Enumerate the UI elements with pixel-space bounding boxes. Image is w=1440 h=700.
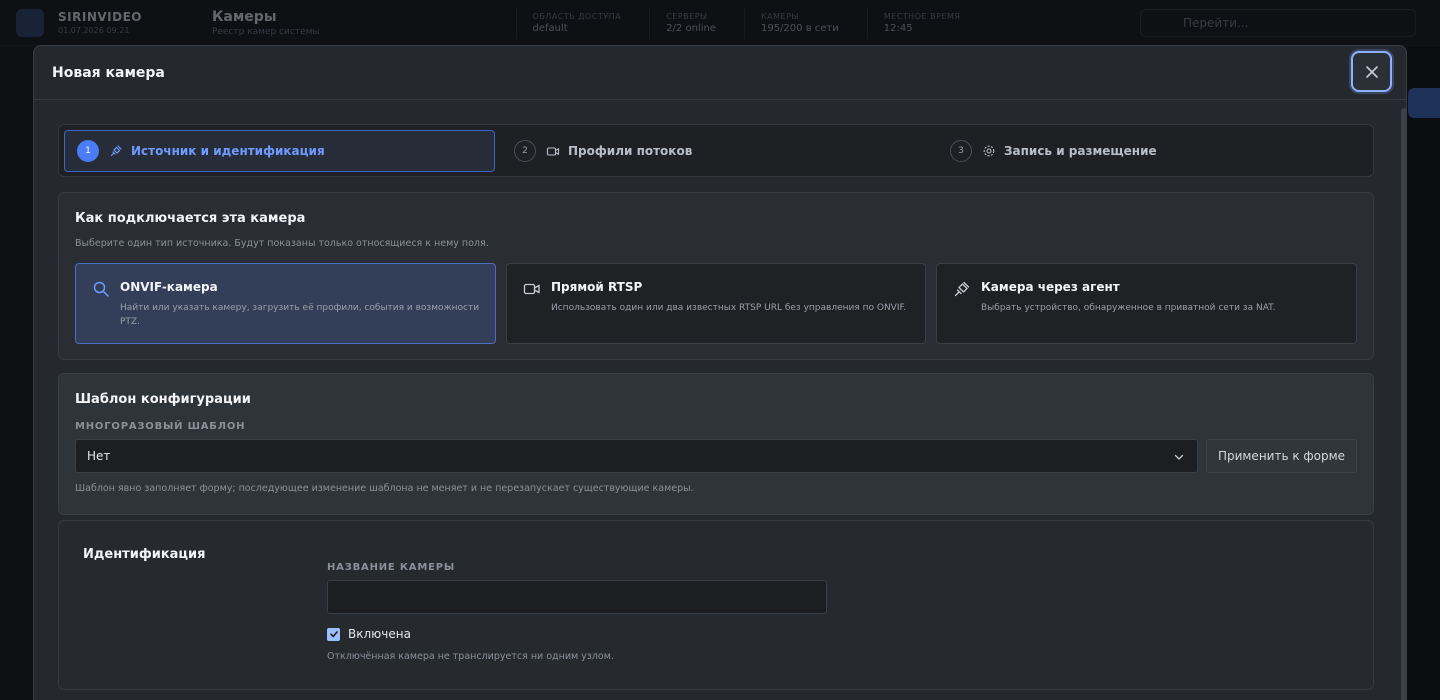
scrollbar[interactable] bbox=[1401, 108, 1406, 700]
step-label: Запись и размещение bbox=[1004, 144, 1157, 158]
option-description: Использовать один или два известных RTSP… bbox=[551, 303, 907, 313]
apply-template-button[interactable]: Применить к форме bbox=[1206, 439, 1357, 473]
dialog-title: Новая камера bbox=[52, 64, 165, 81]
option-title: ONVIF-камера bbox=[120, 280, 218, 294]
dialog-body: 1 Источник и идентификация 2 Профили пот… bbox=[58, 124, 1374, 690]
page-heading: Камеры Реестр камер системы bbox=[212, 9, 320, 37]
option-description: Найти или указать камеру, загрузить её п… bbox=[120, 303, 480, 327]
gear-icon bbox=[982, 144, 996, 158]
search-icon bbox=[92, 280, 110, 298]
chevron-down-icon bbox=[1173, 451, 1185, 463]
camera-name-input[interactable] bbox=[327, 580, 827, 614]
option-direct-rtsp[interactable]: Прямой RTSP Использовать один или два из… bbox=[506, 263, 926, 344]
stat-access: ОБЛАСТЬ ДОСТУПА default bbox=[515, 6, 622, 39]
close-button[interactable] bbox=[1351, 51, 1392, 92]
enabled-checkbox[interactable] bbox=[327, 627, 340, 641]
check-icon bbox=[329, 631, 338, 638]
option-agent-camera[interactable]: Камера через агент Выбрать устройство, о… bbox=[936, 263, 1357, 344]
template-hint: Шаблон явно заполняет форму; последующее… bbox=[75, 483, 694, 494]
plug-icon bbox=[953, 280, 971, 298]
section-subtitle: Выберите один тип источника. Будут показ… bbox=[75, 238, 489, 249]
app-header: SIRINVIDEO 01.07.2026 09:21 Камеры Реест… bbox=[0, 0, 1440, 46]
stat-label: ОБЛАСТЬ ДОСТУПА bbox=[532, 11, 622, 21]
search-input[interactable]: Перейти... bbox=[1140, 9, 1416, 37]
dialog-header: Новая камера bbox=[34, 46, 1406, 100]
stat-value: 195/200 в сети bbox=[760, 22, 839, 34]
stat-value: default bbox=[532, 22, 568, 34]
template-select[interactable]: Нет bbox=[75, 439, 1198, 473]
step-label: Источник и идентификация bbox=[131, 144, 325, 158]
close-icon bbox=[1365, 65, 1378, 78]
wizard-stepper: 1 Источник и идентификация 2 Профили пот… bbox=[58, 124, 1374, 177]
step-streams[interactable]: 2 Профили потоков bbox=[514, 130, 692, 172]
new-camera-dialog: Новая камера 1 Источник и идентификация … bbox=[33, 45, 1407, 700]
app-logo bbox=[16, 8, 44, 37]
identification-section: Идентификация НАЗВАНИЕ КАМЕРЫ Включена О… bbox=[58, 520, 1374, 690]
step-number: 1 bbox=[77, 140, 99, 162]
background-button[interactable] bbox=[1408, 88, 1440, 118]
option-description: Выбрать устройство, обнаруженное в прива… bbox=[981, 303, 1276, 313]
option-title: Камера через агент bbox=[981, 280, 1120, 294]
step-label: Профили потоков bbox=[568, 144, 693, 158]
page-subtitle: Реестр камер системы bbox=[211, 26, 320, 37]
option-title: Прямой RTSP bbox=[551, 280, 643, 294]
enabled-label: Включена bbox=[348, 627, 411, 641]
step-number: 2 bbox=[514, 140, 536, 162]
sidebar bbox=[0, 46, 32, 700]
page-title: Камеры bbox=[211, 8, 277, 25]
section-title: Идентификация bbox=[83, 547, 206, 562]
stat-label: КАМЕРЫ bbox=[760, 11, 799, 21]
section-title: Шаблон конфигурации bbox=[75, 392, 251, 407]
stat-servers: СЕРВЕРЫ 2/2 online bbox=[649, 6, 716, 39]
brand-subtitle: 01.07.2026 09:21 bbox=[58, 26, 130, 35]
template-select-value: Нет bbox=[87, 449, 111, 463]
stat-label: СЕРВЕРЫ bbox=[666, 11, 708, 21]
brand-title: SIRINVIDEO bbox=[58, 10, 142, 24]
section-title: Как подключается эта камера bbox=[75, 211, 306, 226]
field-label: МНОГОРАЗОВЫЙ ШАБЛОН bbox=[75, 421, 246, 432]
field-label: НАЗВАНИЕ КАМЕРЫ bbox=[327, 562, 456, 573]
video-icon bbox=[523, 280, 541, 298]
enabled-hint: Отключённая камера не транслируется ни о… bbox=[327, 651, 614, 662]
stat-time: МЕСТНОЕ ВРЕМЯ 12:45 bbox=[866, 6, 961, 39]
stat-cameras: КАМЕРЫ 195/200 в сети bbox=[743, 6, 839, 39]
step-number: 3 bbox=[950, 140, 972, 162]
step-source[interactable]: 1 Источник и идентификация bbox=[64, 130, 495, 172]
step-recording[interactable]: 3 Запись и размещение bbox=[950, 130, 1157, 172]
option-onvif-camera[interactable]: ONVIF-камера Найти или указать камеру, з… bbox=[75, 263, 496, 344]
stat-value: 12:45 bbox=[883, 22, 913, 34]
enabled-checkbox-row[interactable]: Включена bbox=[327, 627, 411, 641]
config-template-section: Шаблон конфигурации МНОГОРАЗОВЫЙ ШАБЛОН … bbox=[58, 373, 1374, 515]
stat-label: МЕСТНОЕ ВРЕМЯ bbox=[883, 11, 961, 21]
brand: SIRINVIDEO 01.07.2026 09:21 bbox=[58, 10, 142, 35]
source-type-section: Как подключается эта камера Выберите оди… bbox=[58, 192, 1374, 360]
plug-icon bbox=[109, 144, 123, 158]
video-icon bbox=[546, 144, 560, 158]
stat-value: 2/2 online bbox=[666, 22, 716, 34]
